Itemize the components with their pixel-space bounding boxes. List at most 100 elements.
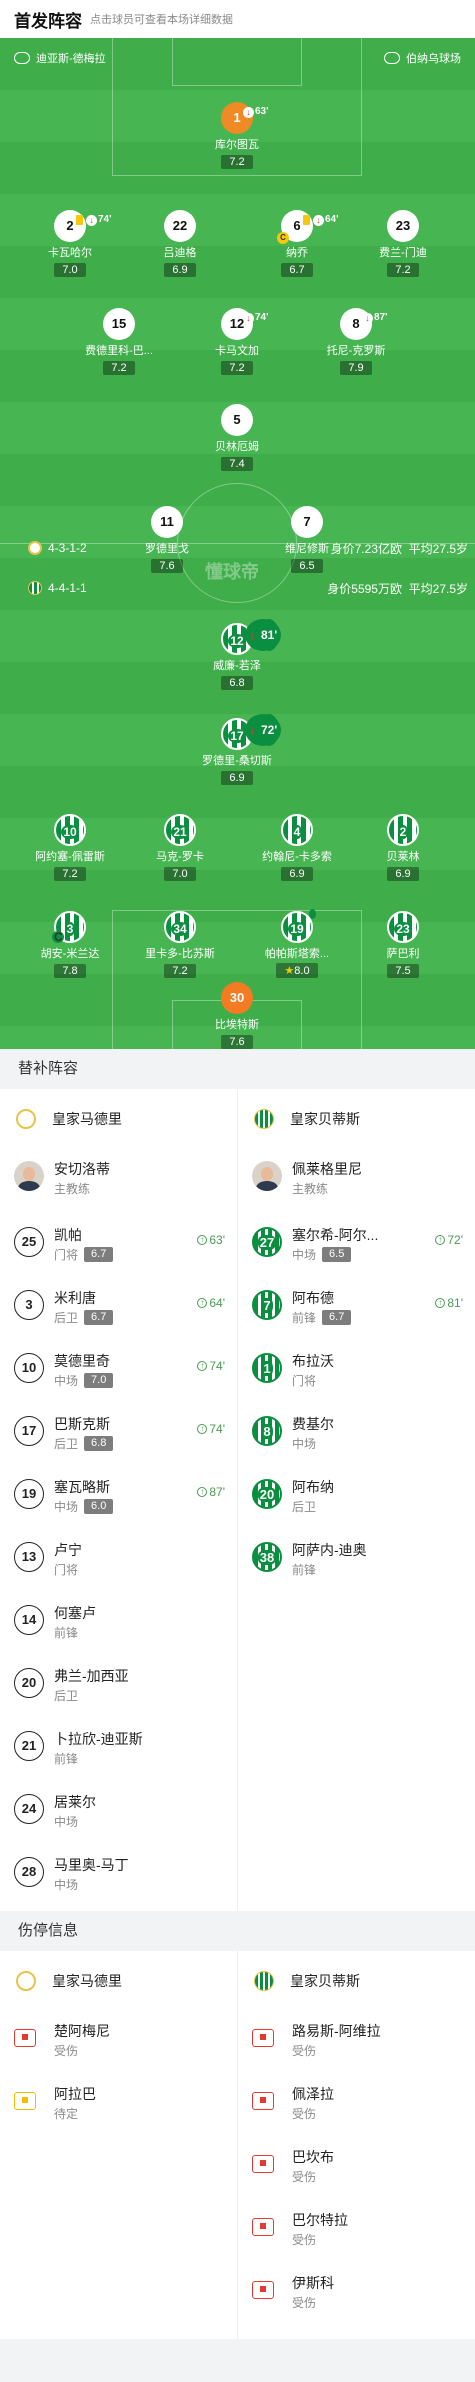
away-player[interactable]: 2 贝莱林 6.9 bbox=[343, 814, 463, 882]
injury-status: 受伤 bbox=[54, 2044, 79, 2058]
player-number: 1 bbox=[233, 110, 241, 125]
away-player[interactable]: 3 C 胡安-米兰达 7.8 bbox=[10, 911, 130, 979]
rating-value: 6.9 bbox=[172, 264, 188, 276]
coach-name: 佩莱格里尼 bbox=[292, 1161, 362, 1177]
player-rating: 7.2 bbox=[103, 361, 135, 375]
away-player[interactable]: 23 萨巴利 7.5 bbox=[343, 911, 463, 979]
home-coach-row[interactable]: 安切洛蒂 主教练 bbox=[0, 1147, 237, 1209]
away-player[interactable]: 17 ↓ 72' 罗德里-桑切斯 6.9 bbox=[177, 714, 297, 786]
rating-value: 7.5 bbox=[395, 965, 411, 977]
injury-row[interactable]: 佩泽拉 受伤 bbox=[238, 2072, 475, 2134]
player-rating: 7.6 bbox=[221, 1035, 253, 1049]
sub-on-minute: 81' bbox=[447, 1296, 463, 1310]
injury-kit-icon bbox=[252, 2029, 274, 2047]
home-player[interactable]: 11 罗德里戈 7.6 bbox=[107, 506, 227, 574]
sub-player-row[interactable]: 17 巴斯克斯 后卫 6.8 ↑ 74' bbox=[0, 1402, 237, 1464]
sub-player-row[interactable]: 27 塞尔希-阿尔... 中场 6.5 ↑ 72' bbox=[238, 1213, 475, 1275]
player-number: 10 bbox=[61, 825, 79, 839]
away-player[interactable]: 34 里卡多-比苏斯 7.2 bbox=[120, 911, 240, 979]
player-rating: 6.7 bbox=[84, 1310, 114, 1325]
player-position-wrap: 中场 bbox=[54, 1813, 78, 1830]
sub-player-row[interactable]: 28 马里奥-马丁 中场 bbox=[0, 1843, 237, 1905]
home-player[interactable]: 15 费德里科-巴... 7.2 bbox=[59, 308, 179, 376]
player-number: 28 bbox=[21, 1864, 37, 1879]
sub-player-row[interactable]: 24 居莱尔 中场 bbox=[0, 1780, 237, 1842]
away-player[interactable]: 12 ↓ 81' 威廉-若泽 6.8 bbox=[177, 619, 297, 691]
home-player[interactable]: 22 吕迪格 6.9 bbox=[120, 210, 240, 278]
player-position-wrap: 后卫 6.8 bbox=[54, 1435, 114, 1452]
home-player[interactable]: 23 费兰-门迪 7.2 bbox=[343, 210, 463, 278]
sub-player-row[interactable]: 20 弗兰-加西亚 后卫 bbox=[0, 1654, 237, 1716]
player-number: 30 bbox=[229, 990, 245, 1005]
away-player[interactable]: 4 约翰尼-卡多索 6.9 bbox=[237, 814, 357, 882]
sub-off-icon: ↓ bbox=[247, 724, 258, 736]
home-player[interactable]: 1 ↓ 63' 库尔图瓦 7.2 bbox=[177, 102, 297, 170]
injury-status: 受伤 bbox=[292, 2044, 317, 2058]
injury-row[interactable]: 楚阿梅尼 受伤 bbox=[0, 2009, 237, 2071]
player-rating: 7.9 bbox=[340, 361, 372, 375]
injury-row[interactable]: 路易斯-阿维拉 受伤 bbox=[238, 2009, 475, 2071]
player-name: 卢宁 bbox=[54, 1542, 82, 1558]
player-position-wrap: 中场 bbox=[292, 1435, 316, 1452]
player-shirt: 17 ↓ 72' bbox=[221, 714, 282, 750]
injury-row[interactable]: 巴尔特拉 受伤 bbox=[238, 2198, 475, 2260]
sub-player-row[interactable]: 8 费基尔 中场 bbox=[238, 1402, 475, 1464]
sub-off-indicator: ↓ 64' bbox=[303, 204, 339, 236]
away-player[interactable]: 21 马克-罗卡 7.0 bbox=[120, 814, 240, 882]
away-player[interactable]: 10 阿约塞-佩雷斯 7.2 bbox=[10, 814, 130, 882]
player-number-badge: 14 bbox=[14, 1605, 44, 1635]
player-position-wrap: 后卫 bbox=[292, 1498, 316, 1515]
away-player[interactable]: 30 比埃特斯 7.6 bbox=[177, 982, 297, 1049]
rating-value: 6.9 bbox=[395, 868, 411, 880]
real-madrid-logo-icon bbox=[16, 1109, 36, 1129]
away-age-text: 平均27.5岁 bbox=[408, 581, 468, 596]
player-name: 阿拉巴 bbox=[54, 2086, 96, 2102]
sub-on-minute: 87' bbox=[209, 1485, 225, 1499]
sub-player-row[interactable]: 13 卢宁门将 bbox=[0, 1528, 237, 1590]
away-player[interactable]: 19 帕帕斯塔索... ★8.0 bbox=[237, 909, 357, 979]
player-name: 吕迪格 bbox=[163, 247, 197, 259]
sub-player-row[interactable]: 20 阿布纳 后卫 bbox=[238, 1465, 475, 1527]
player-rating: ★8.0 bbox=[276, 963, 318, 978]
player-rating: 6.9 bbox=[387, 867, 419, 881]
rating-value: 7.2 bbox=[111, 362, 127, 374]
away-team-header: 皇家贝蒂斯 bbox=[238, 1089, 475, 1147]
sub-player-row[interactable]: 14 何塞卢 前锋 bbox=[0, 1591, 237, 1653]
player-number-badge: 27 bbox=[252, 1227, 282, 1257]
home-player[interactable]: 7 维尼修斯 6.5 bbox=[247, 506, 367, 574]
injury-row[interactable]: 阿拉巴 待定 bbox=[0, 2072, 237, 2134]
player-number: 19 bbox=[288, 922, 306, 936]
player-rating: 6.9 bbox=[221, 771, 253, 785]
player-shirt: 3C bbox=[52, 911, 86, 943]
player-number-badge: 13 bbox=[14, 1542, 44, 1572]
sub-player-row[interactable]: 21 卜拉欣-迪亚斯 前锋 bbox=[0, 1717, 237, 1779]
sub-off-indicator: ↓ 81' bbox=[245, 619, 282, 651]
player-number: 8 bbox=[261, 1424, 273, 1439]
player-rating: 7.0 bbox=[54, 263, 86, 277]
sub-player-row[interactable]: 25 凯帕 门将 6.7 ↑ 63' bbox=[0, 1213, 237, 1275]
injury-row[interactable]: 伊斯科 受伤 bbox=[238, 2261, 475, 2323]
sub-player-row[interactable]: 38 阿萨内-迪奥 前锋 bbox=[238, 1528, 475, 1590]
player-number-badge: 21 bbox=[14, 1731, 44, 1761]
venue-right-text: 伯纳乌球场 bbox=[406, 53, 461, 65]
player-number: 8 bbox=[352, 316, 360, 331]
home-player[interactable]: 8 ↓ 87' 托尼-克罗斯 7.9 bbox=[296, 308, 416, 376]
player-number: 23 bbox=[394, 922, 412, 936]
sub-player-row[interactable]: 1 布拉沃 门将 bbox=[238, 1339, 475, 1401]
away-value: 身价5595万欧 平均27.5岁 bbox=[327, 580, 468, 597]
home-player[interactable]: 12 ↓ 74' 卡马文加 7.2 bbox=[177, 308, 297, 376]
away-coach-row[interactable]: 佩莱格里尼 主教练 bbox=[238, 1147, 475, 1209]
home-player[interactable]: 5 贝林厄姆 7.4 bbox=[177, 404, 297, 472]
injury-status: 受伤 bbox=[292, 2107, 317, 2121]
home-player[interactable]: 2 ↓ 74' 卡瓦哈尔 7.0 bbox=[10, 210, 130, 278]
sub-player-row[interactable]: 7 阿布德 前锋 6.7 ↑ 81' bbox=[238, 1276, 475, 1338]
sub-player-row[interactable]: 19 塞瓦略斯 中场 6.0 ↑ 87' bbox=[0, 1465, 237, 1527]
home-player[interactable]: 6 ↓ 64' C 纳乔 6.7 bbox=[237, 210, 357, 278]
player-position: 门将 bbox=[54, 1563, 79, 1577]
sub-on-indicator: ↑ 64' bbox=[197, 1296, 225, 1310]
sub-player-row[interactable]: 3 米利唐 后卫 6.7 ↑ 64' bbox=[0, 1276, 237, 1338]
player-name: 阿萨内-迪奥 bbox=[292, 1542, 367, 1558]
rating-value: 7.9 bbox=[348, 362, 364, 374]
sub-player-row[interactable]: 10 莫德里奇 中场 7.0 ↑ 74' bbox=[0, 1339, 237, 1401]
injury-row[interactable]: 巴坎布 受伤 bbox=[238, 2135, 475, 2197]
